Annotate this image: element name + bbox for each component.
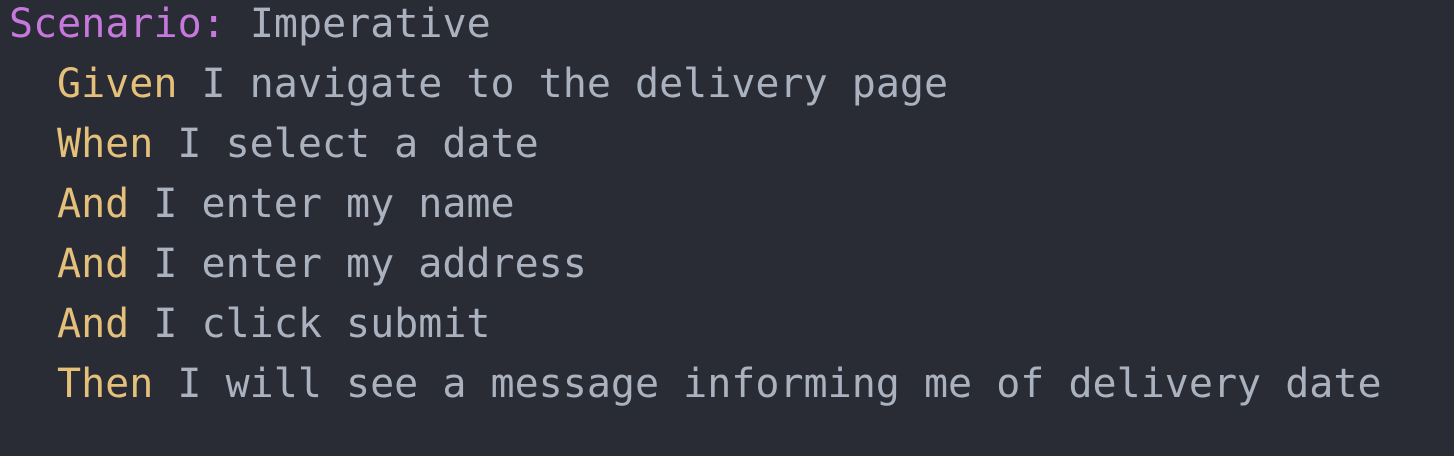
step-text: I enter my address (153, 241, 587, 287)
step-keyword-and: And (57, 301, 130, 347)
scenario-keyword: Scenario: (9, 1, 226, 47)
step-line: Given I navigate to the delivery page (0, 62, 1454, 122)
step-line: And I enter my address (0, 242, 1454, 302)
step-text: I navigate to the delivery page (201, 61, 949, 107)
step-text: I select a date (177, 121, 539, 167)
code-editor[interactable]: Scenario: Imperative Given I navigate to… (0, 0, 1454, 456)
step-text: I click submit (153, 301, 491, 347)
step-keyword-when: When (57, 121, 154, 167)
scenario-line: Scenario: Imperative (0, 2, 1454, 62)
step-keyword-and: And (57, 241, 130, 287)
step-line: And I click submit (0, 302, 1454, 362)
step-line: Then I will see a message informing me o… (0, 362, 1454, 422)
scenario-title: Imperative (249, 1, 491, 47)
step-line: And I enter my name (0, 182, 1454, 242)
step-line: When I select a date (0, 122, 1454, 182)
step-keyword-then: Then (57, 361, 154, 407)
step-text: I enter my name (153, 181, 515, 227)
step-text: I will see a message informing me of del… (177, 361, 1382, 407)
step-keyword-given: Given (57, 61, 178, 107)
step-keyword-and: And (57, 181, 130, 227)
